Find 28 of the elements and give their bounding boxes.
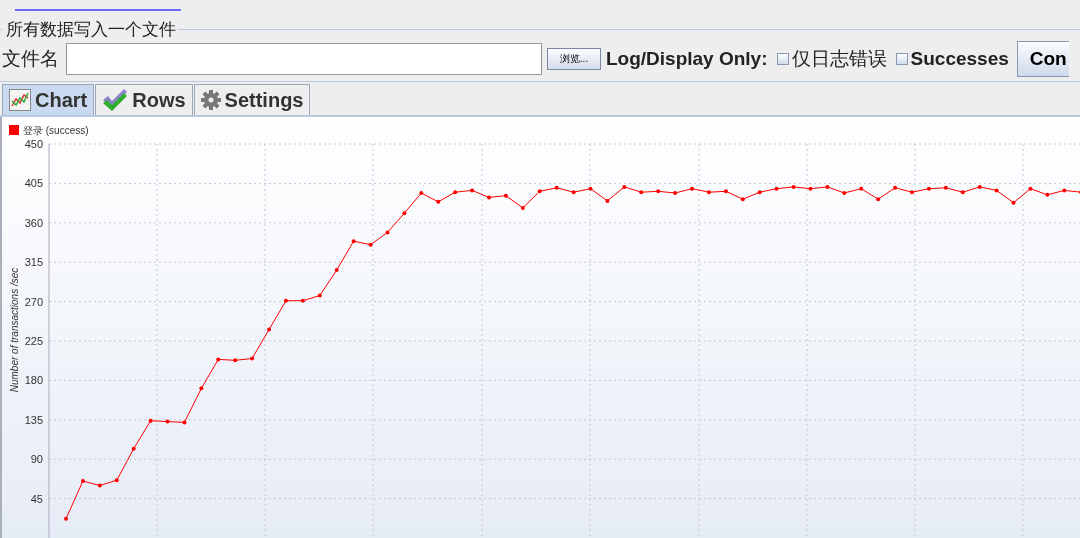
y-tick-label: 45: [30, 492, 43, 505]
group-title: 所有数据写入一个文件: [5, 19, 177, 41]
checkmark-icon: [102, 89, 129, 111]
checkbox-label: Successes: [910, 48, 1009, 70]
y-tick-label: 135: [24, 413, 43, 426]
y-tick-label: 315: [24, 256, 43, 269]
y-tick-label: 360: [24, 216, 43, 229]
line-chart-icon: [9, 89, 31, 111]
gear-icon: [200, 90, 221, 110]
filename-label: 文件名: [2, 47, 59, 71]
y-tick-label: 405: [24, 177, 43, 190]
tab[interactable]: Settings: [193, 84, 311, 115]
y-axis-title: Number of transactions /sec: [9, 267, 20, 393]
log-display-label: Log/Display Only:: [606, 48, 768, 70]
checkbox[interactable]: [776, 53, 789, 65]
tab[interactable]: Rows: [95, 84, 193, 115]
filename-field[interactable]: [66, 43, 542, 75]
checkbox-label: 仅日志错误: [791, 47, 887, 71]
y-tick-label: 90: [30, 453, 43, 466]
y-tick-label: 450: [24, 138, 43, 150]
browse-button[interactable]: 浏览...: [547, 48, 601, 70]
legend-label: 登录 (success): [23, 125, 89, 136]
y-tick-label: 225: [24, 335, 43, 347]
tab[interactable]: Chart: [2, 84, 95, 115]
y-tick-label: 270: [24, 295, 43, 308]
checkbox[interactable]: [895, 53, 908, 65]
configure-button[interactable]: Con: [1016, 41, 1069, 77]
y-tick-label: 180: [24, 374, 43, 387]
